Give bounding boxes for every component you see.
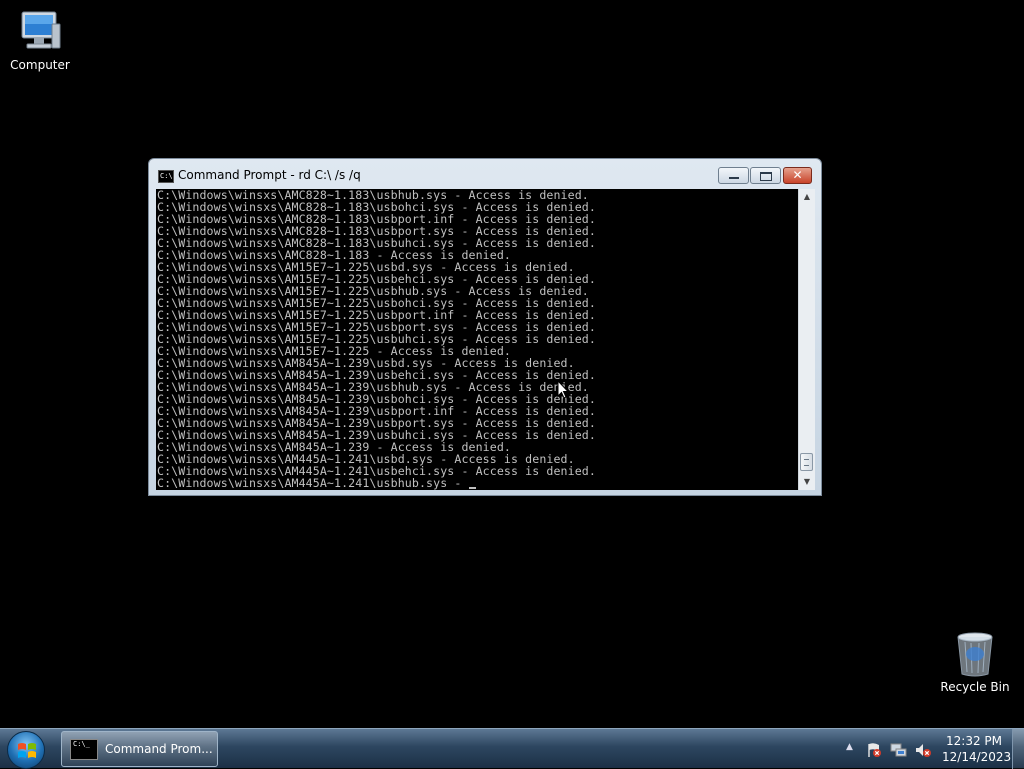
maximize-button[interactable]	[750, 167, 781, 184]
console-output[interactable]: C:\Windows\winsxs\AMC828~1.183\usbhub.sy…	[156, 189, 798, 490]
close-icon: ✕	[792, 168, 803, 182]
computer-desktop-icon[interactable]: Computer	[0, 8, 80, 72]
close-button[interactable]: ✕	[783, 167, 812, 184]
vertical-scrollbar[interactable]: ▲ ▼	[798, 189, 815, 490]
recycle-bin-icon	[957, 632, 993, 677]
command-prompt-window[interactable]: C:\ Command Prompt - rd C:\ /s /q ✕ C:\W…	[148, 158, 822, 496]
scroll-up-icon[interactable]: ▲	[799, 189, 815, 205]
minimize-button[interactable]	[718, 167, 749, 184]
network-icon[interactable]	[890, 742, 907, 758]
clock-time: 12:32 PM	[946, 734, 1002, 748]
taskbar: C:\_ Command Prom... ▲ 12:32 PM 12/14/20…	[0, 728, 1024, 769]
scrollbar-thumb[interactable]	[800, 453, 813, 471]
volume-muted-icon[interactable]	[914, 742, 932, 758]
start-button[interactable]	[7, 731, 45, 769]
system-tray: ▲	[842, 729, 942, 769]
console-lines: C:\Windows\winsxs\AMC828~1.183\usbhub.sy…	[156, 189, 798, 489]
show-hidden-icons-icon[interactable]: ▲	[846, 742, 853, 752]
system-clock[interactable]: 12:32 PM 12/14/2023	[942, 733, 1012, 765]
show-desktop-button[interactable]	[1012, 729, 1024, 769]
cmd-icon: C:\	[158, 170, 174, 183]
clock-date: 12/14/2023	[942, 750, 1012, 764]
scroll-down-icon[interactable]: ▼	[799, 474, 815, 490]
text-cursor	[468, 487, 476, 489]
console-line: C:\Windows\winsxs\AM445A~1.241\usbhub.sy…	[157, 477, 798, 489]
action-center-flag-icon[interactable]	[866, 742, 882, 758]
computer-icon	[21, 11, 61, 49]
taskbar-command-prompt-button[interactable]: C:\_ Command Prom...	[61, 731, 218, 767]
window-title: Command Prompt - rd C:\ /s /q	[178, 168, 361, 182]
mouse-pointer-icon	[557, 380, 569, 399]
computer-icon-label: Computer	[10, 58, 70, 72]
recycle-bin-desktop-icon[interactable]: Recycle Bin	[935, 630, 1015, 694]
cmd-icon: C:\_	[70, 739, 98, 760]
windows-logo-icon	[18, 743, 36, 758]
recycle-bin-icon-label: Recycle Bin	[940, 680, 1010, 694]
window-titlebar[interactable]: C:\ Command Prompt - rd C:\ /s /q ✕	[149, 159, 821, 189]
taskbar-button-label: Command Prom...	[105, 742, 213, 756]
